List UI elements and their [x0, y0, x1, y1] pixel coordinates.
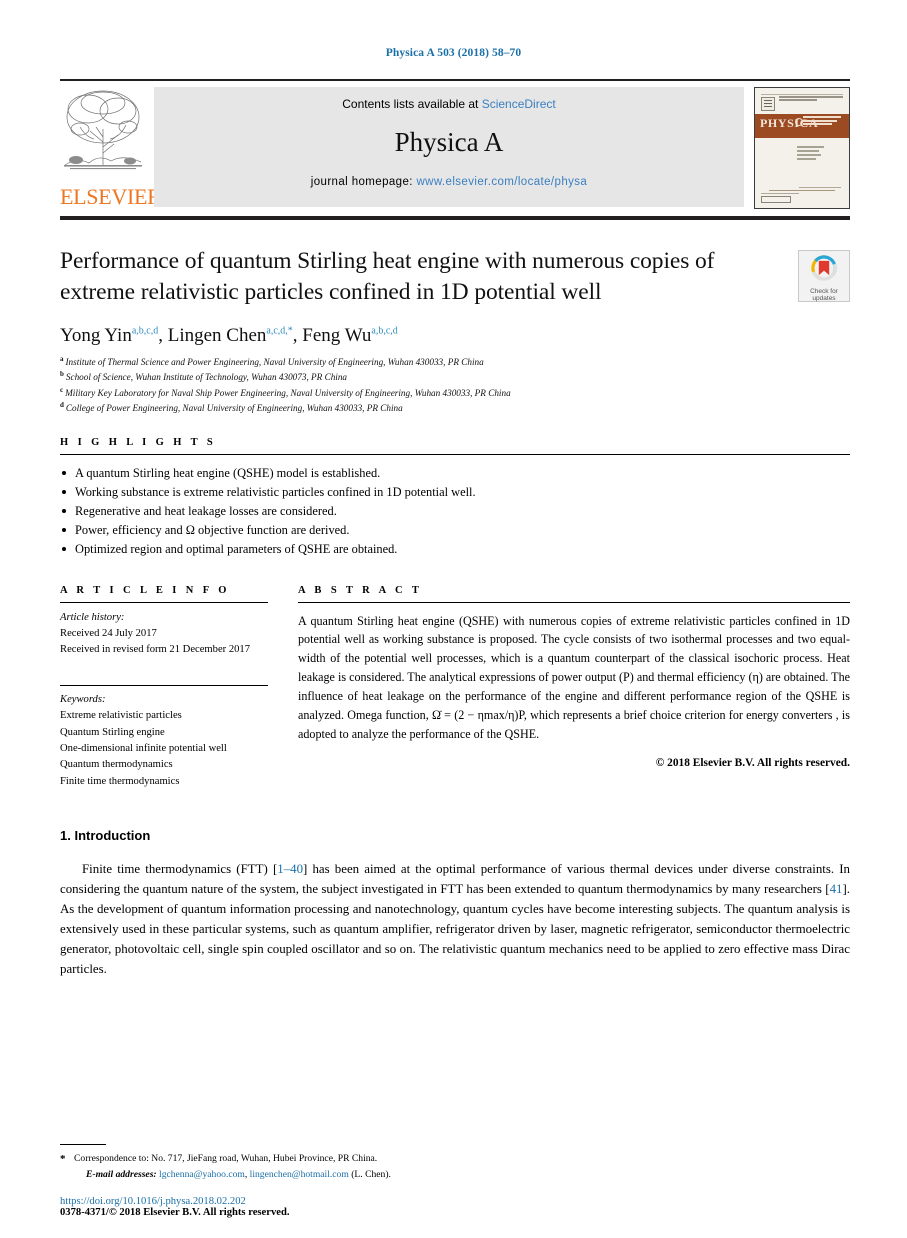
- crossmark-label-line2: updates: [812, 295, 836, 303]
- journal-homepage-line: journal homepage: www.elsevier.com/locat…: [154, 176, 744, 188]
- highlights-heading: H I G H L I G H T S: [60, 437, 217, 449]
- keywords-label: Keywords:: [60, 693, 106, 705]
- keyword-item: Quantum Stirling engine: [60, 726, 165, 738]
- email-link-2[interactable]: lingenchen@hotmail.com: [250, 1169, 349, 1180]
- crossmark-label: Check for updates: [799, 288, 849, 303]
- article-info-heading: A R T I C L E I N F O: [60, 584, 230, 596]
- correspondence-note: * Correspondence to: No. 717, JieFang ro…: [60, 1151, 850, 1166]
- correspondence-text: Correspondence to: No. 717, JieFang road…: [74, 1153, 378, 1165]
- list-item: Working substance is extreme relativisti…: [60, 483, 850, 502]
- author-list: Yong Yina,b,c,d, Lingen Chena,c,d,*, Fen…: [60, 325, 784, 347]
- affiliation-item: b School of Science, Wuhan Institute of T…: [60, 369, 784, 384]
- keyword-item: Quantum thermodynamics: [60, 759, 173, 771]
- keywords-divider: [60, 684, 268, 686]
- author-separator: ,: [292, 325, 303, 347]
- section-heading-introduction: 1. Introduction: [60, 828, 151, 844]
- article-info-section: A R T I C L E I N F O Article history: R…: [60, 585, 298, 791]
- intro-text-part1: Finite time thermodynamics (FTT) [: [82, 862, 278, 877]
- page-footer: https://doi.org/10.1016/j.physa.2018.02.…: [60, 1196, 290, 1218]
- list-item: Optimized region and optimal parameters …: [60, 540, 850, 559]
- email-suffix: (L. Chen).: [351, 1168, 391, 1180]
- journal-cover-thumbnail: PHYSICA: [754, 87, 850, 209]
- citation-link-1-40[interactable]: 1–40: [277, 862, 303, 876]
- doi-link[interactable]: https://doi.org/10.1016/j.physa.2018.02.…: [60, 1196, 290, 1207]
- masthead-bottom-bar: [60, 216, 850, 220]
- affiliation-text: Institute of Thermal Science and Power E…: [65, 357, 484, 368]
- author-affil-marks: a,b,c,d: [371, 325, 398, 337]
- journal-masthead: ELSEVIER Contents lists available at Sci…: [60, 79, 850, 209]
- paper-page: Physica A 503 (2018) 58–70 ELSEVIER Cont…: [0, 0, 907, 1238]
- issn-copyright-line: 0378-4371/© 2018 Elsevier B.V. All right…: [60, 1207, 290, 1218]
- list-item: Regenerative and heat leakage losses are…: [60, 502, 850, 521]
- author-name: Feng Wu: [302, 325, 372, 347]
- keyword-item: Extreme relativistic particles: [60, 710, 182, 722]
- affiliation-mark: b: [60, 370, 64, 379]
- copyright-line: © 2018 Elsevier B.V. All rights reserved…: [655, 756, 850, 769]
- elsevier-wordmark: ELSEVIER: [60, 184, 162, 209]
- introduction-section: 1. Introduction Finite time thermodynami…: [60, 828, 850, 979]
- abstract-divider: [298, 601, 850, 603]
- article-history: Article history: Received 24 July 2017 R…: [60, 610, 268, 659]
- page-title: Performance of quantum Stirling heat eng…: [60, 248, 715, 305]
- highlights-divider: [60, 454, 850, 456]
- abstract-section: A B S T R A C T A quantum Stirling heat …: [298, 585, 850, 791]
- info-abstract-columns: A R T I C L E I N F O Article history: R…: [60, 585, 850, 791]
- affiliation-mark: c: [60, 385, 64, 394]
- contents-line: Contents lists available at ScienceDirec…: [154, 87, 744, 111]
- email-link-1[interactable]: lgchenna@yahoo.com: [159, 1169, 245, 1180]
- sciencedirect-link[interactable]: ScienceDirect: [482, 97, 556, 111]
- highlights-section: H I G H L I G H T S A quantum Stirling h…: [60, 437, 850, 558]
- keyword-item: One-dimensional infinite potential well: [60, 743, 227, 754]
- author-affil-marks: a,c,d,*: [266, 325, 293, 337]
- author-entry: Yong Yina,b,c,d: [60, 325, 158, 346]
- article-history-item: Received in revised form 21 December 201…: [60, 644, 251, 656]
- affiliation-item: c Military Key Laboratory for Naval Ship …: [60, 385, 784, 400]
- crossmark-badge[interactable]: Check for updates: [798, 250, 850, 302]
- affiliation-item: a Institute of Thermal Science and Power …: [60, 354, 784, 369]
- journal-panel: Contents lists available at ScienceDirec…: [154, 87, 744, 207]
- article-history-item: Received 24 July 2017: [60, 627, 157, 639]
- highlights-list: A quantum Stirling heat engine (QSHE) mo…: [60, 464, 850, 558]
- abstract-text: A quantum Stirling heat engine (QSHE) wi…: [298, 613, 850, 741]
- article-info-divider: [60, 601, 268, 603]
- running-head: Physica A 503 (2018) 58–70: [385, 47, 522, 59]
- list-item: Power, efficiency and Ω objective functi…: [60, 521, 850, 540]
- homepage-prefix: journal homepage:: [310, 176, 413, 188]
- author-name: Yong Yin: [60, 325, 132, 347]
- abstract-heading: A B S T R A C T: [298, 584, 423, 596]
- affiliation-text: College of Power Engineering, Naval Univ…: [65, 403, 403, 414]
- keyword-item: Finite time thermodynamics: [60, 775, 180, 787]
- journal-title: Physica A: [394, 127, 504, 157]
- footnote-divider: [60, 1144, 106, 1146]
- affiliation-mark: a: [60, 355, 64, 364]
- affiliation-mark: d: [60, 401, 64, 410]
- list-item: A quantum Stirling heat engine (QSHE) mo…: [60, 464, 850, 483]
- email-note: E-mail addresses: lgchenna@yahoo.com, li…: [60, 1167, 850, 1182]
- affiliation-list: a Institute of Thermal Science and Power …: [60, 354, 784, 415]
- journal-homepage-link[interactable]: www.elsevier.com/locate/physa: [416, 176, 587, 188]
- elsevier-logo: ELSEVIER: [60, 87, 162, 209]
- crossmark-icon: [811, 255, 837, 281]
- email-label: E-mail addresses:: [86, 1168, 157, 1180]
- author-affil-marks: a,b,c,d: [131, 325, 159, 337]
- author-name: Lingen Chen: [167, 325, 267, 347]
- affiliation-item: d College of Power Engineering, Naval Uni…: [60, 400, 784, 415]
- affiliation-text: School of Science, Wuhan Institute of Te…: [65, 372, 348, 383]
- affiliation-text: Military Key Laboratory for Naval Ship P…: [65, 387, 511, 398]
- crossmark-label-line1: Check for: [810, 288, 838, 295]
- title-block: Performance of quantum Stirling heat eng…: [60, 246, 850, 415]
- elsevier-tree-icon: [64, 90, 142, 170]
- author-entry: Feng Wua,b,c,d: [302, 325, 397, 346]
- citation-link-41[interactable]: 41: [830, 882, 843, 896]
- author-separator: ,: [158, 325, 168, 347]
- introduction-paragraph: Finite time thermodynamics (FTT) [1–40] …: [60, 859, 850, 979]
- intro-text-part3: ]. As the development of quantum informa…: [60, 882, 850, 977]
- article-history-label: Article history:: [60, 611, 125, 623]
- keywords-block: Keywords: Extreme relativistic particles…: [60, 692, 268, 790]
- contents-prefix: Contents lists available at: [342, 97, 479, 111]
- footnote-block: * Correspondence to: No. 717, JieFang ro…: [60, 1144, 850, 1182]
- author-entry: Lingen Chena,c,d,*: [168, 325, 293, 346]
